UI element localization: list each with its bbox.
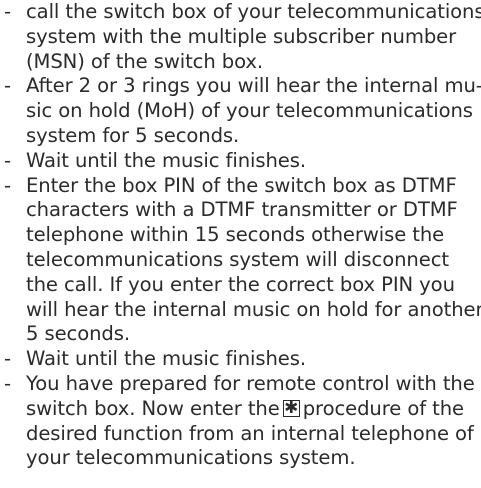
text-line: system for 5 seconds. xyxy=(26,123,240,147)
text-line: Enter the box PIN of the switch box as D… xyxy=(26,173,457,197)
bullet-dash: - xyxy=(4,173,11,197)
list-item: - Enter the box PIN of the switch box as… xyxy=(0,174,481,348)
text-fragment: procedure of the xyxy=(302,396,465,420)
bullet-dash: - xyxy=(4,74,11,98)
text-line: Wait until the music finishes. xyxy=(26,347,306,371)
text-line: sic on hold (MoH) of your telecommunicat… xyxy=(26,99,473,123)
text-line: telecommunications system will disconnec… xyxy=(26,247,449,271)
bullet-dash: - xyxy=(4,371,11,395)
text-line: your telecommunications system. xyxy=(26,446,356,470)
bullet-dash: - xyxy=(4,347,11,371)
instruction-list: - call the switch box of your telecommun… xyxy=(0,0,481,471)
text-line: After 2 or 3 rings you will hear the int… xyxy=(26,74,481,98)
text-line: characters with a DTMF transmitter or DT… xyxy=(26,198,458,222)
list-item: - After 2 or 3 rings you will hear the i… xyxy=(0,74,481,148)
text-line: system with the multiple subscriber numb… xyxy=(26,24,457,48)
bullet-dash: - xyxy=(4,0,11,23)
text-line: will hear the internal music on hold for… xyxy=(26,297,481,321)
text-line: the call. If you enter the correct box P… xyxy=(26,272,455,296)
list-item: - Wait until the music finishes. xyxy=(0,347,481,372)
text-fragment: switch box. Now enter the xyxy=(26,396,280,420)
text-line: 5 seconds. xyxy=(26,322,131,346)
text-line: call the switch box of your telecommunic… xyxy=(26,0,481,23)
star-key-symbol: ✱ xyxy=(284,397,299,418)
text-line: (MSN) of the switch box. xyxy=(26,49,264,73)
text-line: You have prepared for remote control wit… xyxy=(26,371,475,395)
manual-page: - call the switch box of your telecommun… xyxy=(0,0,481,488)
bullet-dash: - xyxy=(4,148,11,172)
text-line: telephone within 15 seconds otherwise th… xyxy=(26,223,445,247)
text-line: Wait until the music finishes. xyxy=(26,148,306,172)
list-item: - Wait until the music finishes. xyxy=(0,149,481,174)
text-line: desired function from an internal teleph… xyxy=(26,421,474,445)
list-item: - You have prepared for remote control w… xyxy=(0,372,481,471)
text-line-with-key: switch box. Now enter the ✱ procedure of t… xyxy=(26,397,481,422)
star-key-icon: ✱ xyxy=(282,397,300,418)
list-item: - call the switch box of your telecommun… xyxy=(0,0,481,74)
